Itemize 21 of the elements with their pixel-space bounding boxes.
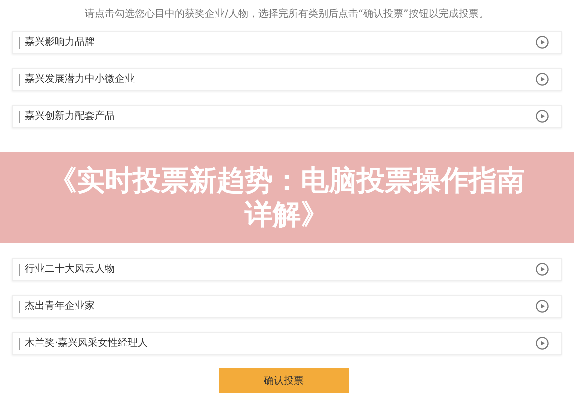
category-row[interactable]: 嘉兴创新力配套产品 <box>12 105 562 128</box>
category-row[interactable]: 行业二十大风云人物 <box>12 258 562 281</box>
category-row[interactable]: 嘉兴影响力品牌 <box>12 31 562 54</box>
play-circle-icon[interactable] <box>536 73 549 86</box>
category-row[interactable]: 嘉兴发展潜力中小微企业 <box>12 68 562 91</box>
category-label: 嘉兴创新力配套产品 <box>19 110 115 122</box>
category-row[interactable]: 木兰奖·嘉兴风采女性经理人 <box>12 332 562 355</box>
confirm-vote-button[interactable]: 确认投票 <box>219 368 349 393</box>
play-circle-icon[interactable] <box>536 36 549 49</box>
category-label: 杰出青年企业家 <box>19 300 95 312</box>
play-circle-icon[interactable] <box>536 300 549 313</box>
category-label: 行业二十大风云人物 <box>19 264 115 276</box>
category-label: 嘉兴发展潜力中小微企业 <box>19 74 135 86</box>
category-row[interactable]: 杰出青年企业家 <box>12 295 562 318</box>
banner-title: 《实时投票新趋势：电脑投票操作指南详解》 <box>48 164 526 232</box>
category-label: 木兰奖·嘉兴风采女性经理人 <box>19 338 148 350</box>
category-label: 嘉兴影响力品牌 <box>19 36 95 48</box>
play-circle-icon[interactable] <box>536 337 549 350</box>
instruction-text: 请点击勾选您心目中的获奖企业/人物，选择完所有类别后点击“确认投票”按钮以完成投票。 <box>84 8 490 22</box>
play-circle-icon[interactable] <box>536 263 549 276</box>
play-circle-icon[interactable] <box>536 110 549 123</box>
